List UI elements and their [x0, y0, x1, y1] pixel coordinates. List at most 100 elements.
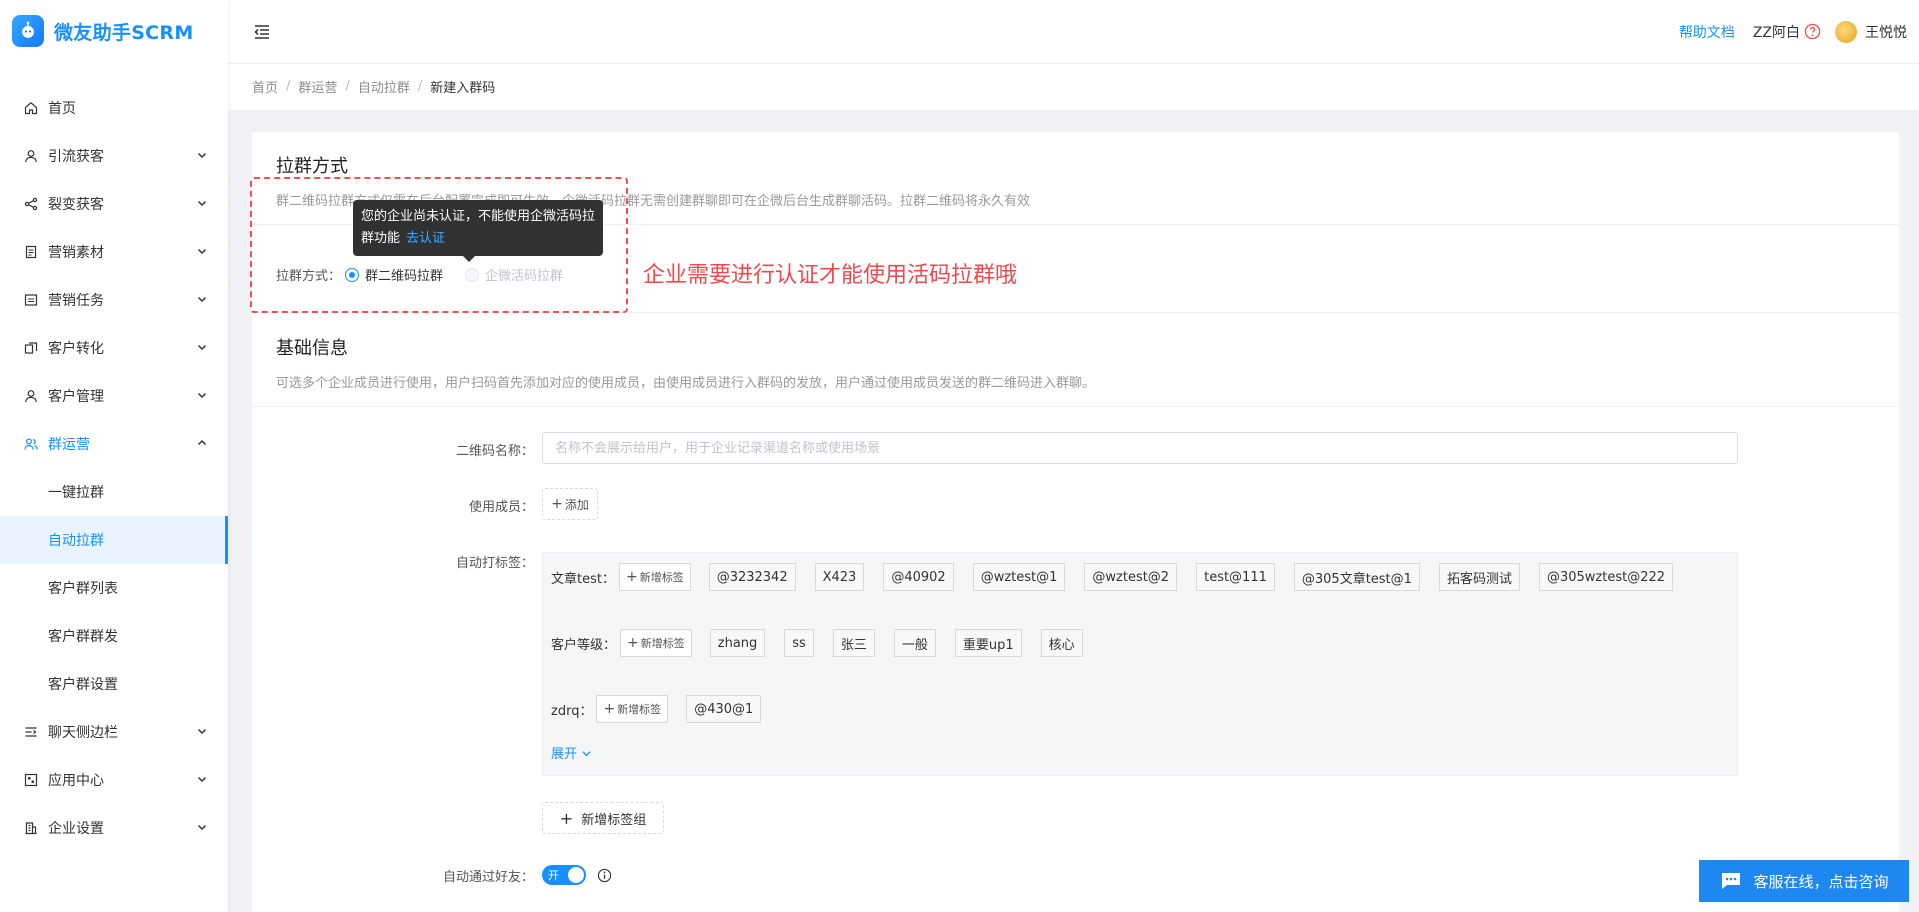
sidebar-sub-group-settings[interactable]: 客户群设置: [0, 660, 228, 708]
sidebar-item-label: 引流获客: [48, 149, 104, 165]
plus-icon: +: [627, 635, 639, 651]
customer-service-label: 客服在线，点击咨询: [1753, 872, 1889, 891]
sidebar-sub-group-broadcast[interactable]: 客户群群发: [0, 612, 228, 660]
add-tag-group-button[interactable]: + 新增标签组: [542, 802, 664, 834]
breadcrumb-group-ops[interactable]: 群运营: [298, 77, 337, 96]
document-icon: [24, 245, 38, 259]
user-name[interactable]: 王悦悦: [1865, 22, 1907, 42]
tag-group-row: zdrq： + 新增标签 @430@1: [551, 695, 780, 723]
menu-fold-icon: [254, 24, 269, 39]
logo[interactable]: 微友助手SCRM: [0, 0, 228, 62]
chat-bubble-icon: [1722, 873, 1741, 889]
tag-chip[interactable]: @wztest@2: [1084, 563, 1178, 591]
members-label: 使用成员：: [468, 500, 534, 515]
sidebar-sub-auto-group[interactable]: 自动拉群: [0, 516, 228, 564]
chevron-down-icon: [197, 152, 207, 159]
tag-chip[interactable]: @3232342: [708, 563, 796, 591]
add-member-button[interactable]: + 添加: [542, 488, 598, 520]
breadcrumb-separator: /: [345, 79, 350, 94]
sidebar-menu: 首页 引流获客 裂变获客 营销素材 营销任务 客户转化 客户管理 群运营 一键拉…: [0, 84, 228, 852]
chevron-down-icon: [197, 296, 207, 303]
tag-group-name: 文章test：: [551, 571, 615, 587]
help-docs-link[interactable]: 帮助文档: [1679, 22, 1735, 42]
certification-tooltip: 您的企业尚未认证，不能使用企微活码拉群功能 去认证: [353, 200, 603, 262]
qr-name-input[interactable]: [542, 432, 1738, 464]
tag-chip[interactable]: 一般: [893, 629, 936, 657]
question-circle-icon[interactable]: [1804, 23, 1821, 40]
sidebar-item-enterprise-settings[interactable]: 企业设置: [0, 804, 228, 852]
info-icon[interactable]: [597, 868, 612, 883]
sidebar-item-group-ops[interactable]: 群运营: [0, 420, 228, 468]
sidebar-item-app-center[interactable]: 应用中心: [0, 756, 228, 804]
section-title-method: 拉群方式: [276, 156, 348, 177]
app-name: 微友助手SCRM: [54, 21, 194, 44]
avatar[interactable]: [1835, 20, 1857, 43]
tag-chip[interactable]: zhang: [709, 629, 766, 657]
sidebar-item-label: 客户转化: [48, 341, 104, 357]
new-tag-button[interactable]: + 新增标签: [596, 695, 669, 723]
tag-chip[interactable]: @wztest@1: [972, 563, 1066, 591]
sidebar-icon: [24, 725, 38, 739]
sidebar-item-fission[interactable]: 裂变获客: [0, 180, 228, 228]
expand-tags-link[interactable]: 展开: [551, 743, 592, 762]
tag-chip[interactable]: @40902: [883, 563, 954, 591]
tag-group-name: 客户等级：: [551, 637, 617, 653]
sidebar-item-customers[interactable]: 客户管理: [0, 372, 228, 420]
sidebar-sub-one-click-group[interactable]: 一键拉群: [0, 468, 228, 516]
new-tag-button[interactable]: + 新增标签: [618, 563, 691, 591]
tag-chip[interactable]: ss: [784, 629, 814, 657]
sidebar-sub-group-list[interactable]: 客户群列表: [0, 564, 228, 612]
breadcrumb-auto-group[interactable]: 自动拉群: [358, 77, 410, 96]
chevron-up-icon: [197, 439, 207, 446]
qr-name-label: 二维码名称：: [455, 444, 534, 459]
chevron-down-icon: [197, 776, 207, 783]
sidebar-item-lead-gen[interactable]: 引流获客: [0, 132, 228, 180]
tag-chip[interactable]: @305wztest@222: [1538, 563, 1674, 591]
breadcrumb-separator: /: [417, 79, 423, 94]
expand-label: 展开: [551, 747, 578, 762]
new-tag-button[interactable]: + 新增标签: [620, 629, 692, 657]
user-icon: [24, 149, 38, 163]
sidebar-item-home[interactable]: 首页: [0, 84, 228, 132]
breadcrumb-separator: /: [286, 79, 291, 94]
new-tag-label: 新增标签: [639, 571, 684, 584]
menu-fold-button[interactable]: [252, 22, 272, 42]
tag-chip[interactable]: @305文章test@1: [1293, 563, 1420, 591]
sidebar-item-conversion[interactable]: 客户转化: [0, 324, 228, 372]
auto-pass-label: 自动通过好友：: [442, 870, 534, 885]
customer-service-button[interactable]: 客服在线，点击咨询: [1699, 860, 1909, 902]
apps-icon: [24, 773, 38, 787]
breadcrumb-home[interactable]: 首页: [252, 77, 278, 96]
chevron-down-icon: [197, 728, 207, 735]
add-tag-group-label: 新增标签组: [581, 812, 647, 828]
auto-tag-label: 自动打标签：: [455, 556, 534, 571]
tag-chip[interactable]: 重要up1: [954, 629, 1022, 657]
tag-group-name: zdrq：: [551, 703, 593, 719]
tag-chip[interactable]: 拓客码测试: [1438, 563, 1520, 591]
switch-knob: [568, 867, 584, 883]
tag-panel: 文章test： + 新增标签 @3232342 X423 @40902 @wzte…: [542, 552, 1738, 776]
go-certify-link[interactable]: 去认证: [406, 231, 445, 246]
tag-chip[interactable]: 张三: [832, 629, 875, 657]
add-member-label: 添加: [564, 497, 589, 512]
sidebar-item-tasks[interactable]: 营销任务: [0, 276, 228, 324]
auto-pass-switch[interactable]: 开: [542, 865, 586, 885]
switch-on-text: 开: [548, 869, 559, 882]
tag-chip[interactable]: test@111: [1196, 563, 1275, 591]
section-title-basic: 基础信息: [276, 338, 348, 359]
building-icon: [24, 821, 38, 835]
sidebar-item-label: 企业设置: [48, 821, 104, 837]
corp-name: ZZ阿白: [1752, 24, 1800, 41]
divider: [252, 406, 1899, 407]
section-desc-basic: 可选多个企业成员进行使用，用户扫码首先添加对应的使用成员，由使用成员进行入群码的…: [276, 376, 1096, 391]
tag-group-row: 文章test： + 新增标签 @3232342 X423 @40902 @wzte…: [551, 563, 1692, 591]
tag-chip[interactable]: @430@1: [686, 695, 762, 723]
new-tag-label: 新增标签: [617, 703, 662, 716]
sidebar-item-materials[interactable]: 营销素材: [0, 228, 228, 276]
tag-chip[interactable]: 核心: [1040, 629, 1083, 657]
chevron-down-icon: [197, 248, 207, 255]
tag-chip[interactable]: X423: [814, 563, 865, 591]
user-icon: [24, 389, 38, 403]
group-icon: [24, 437, 38, 451]
sidebar-item-chat-sidebar[interactable]: 聊天侧边栏: [0, 708, 228, 756]
